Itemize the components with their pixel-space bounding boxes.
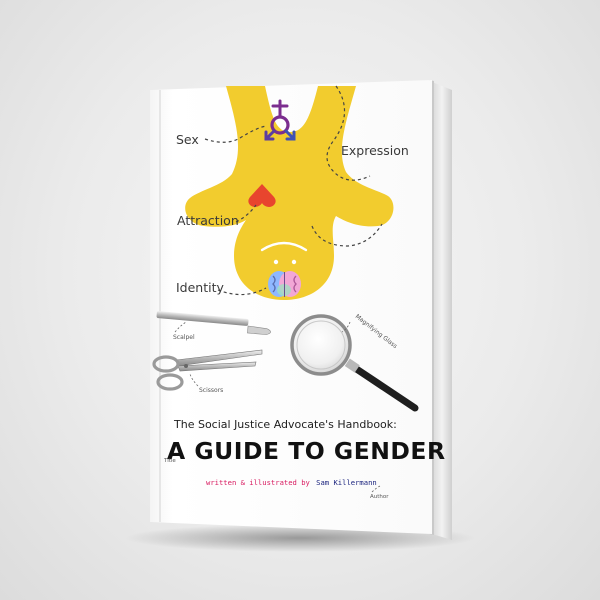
scalpel-label: Scalpel	[173, 334, 195, 341]
credit-prefix: written & illustrated by	[206, 478, 311, 487]
book-mockup-scene: Sex Expression Attraction Identity Scalp…	[125, 80, 475, 552]
title-tag-label: Title	[163, 458, 176, 464]
figure-eye-left	[273, 259, 279, 265]
author-tag-label: Author	[370, 494, 389, 500]
book-pages-edge	[432, 82, 452, 540]
credit-line: written & illustrated by Sam Killermann	[206, 478, 377, 487]
identity-label: Identity	[176, 280, 225, 295]
figure-eye-right	[291, 259, 297, 265]
author-name: Sam Killermann	[316, 478, 377, 487]
scissors-label: Scissors	[199, 387, 223, 394]
expression-label: Expression	[341, 143, 409, 158]
book-subtitle: The Social Justice Advocate's Handbook:	[173, 418, 397, 431]
attraction-label: Attraction	[177, 213, 239, 228]
sex-label: Sex	[176, 132, 199, 147]
book-title: A GUIDE TO GENDER	[167, 437, 446, 465]
brain-icon	[268, 271, 301, 297]
